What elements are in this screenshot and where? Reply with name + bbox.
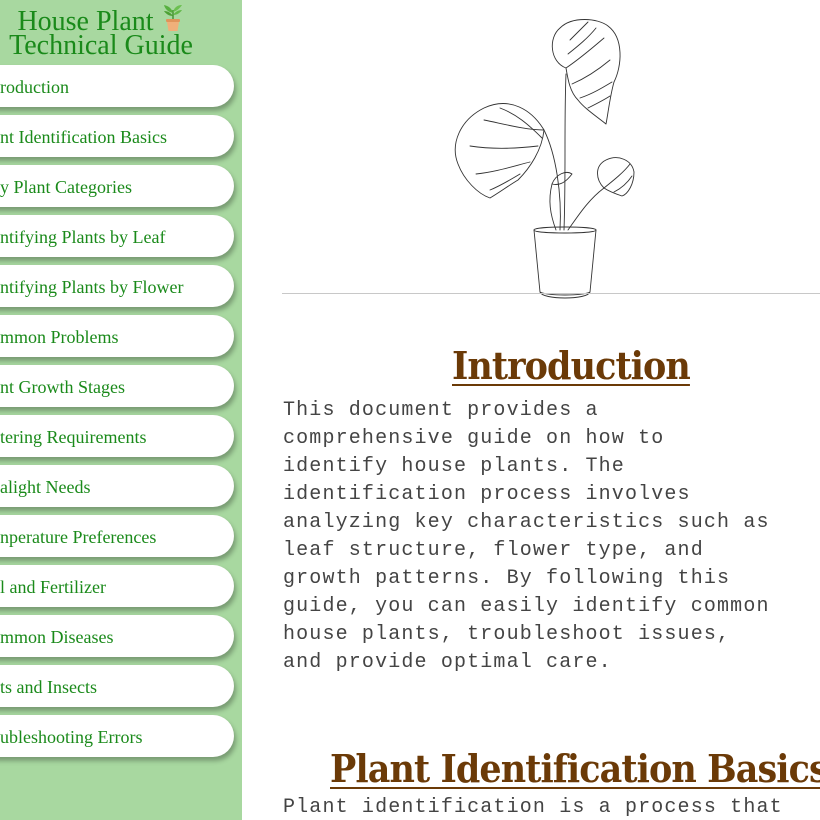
section-text-plant-identification-basics: Plant identification is a process that xyxy=(283,796,783,819)
nav-item-troubleshooting-errors[interactable]: ubleshooting Errors xyxy=(0,715,234,757)
nav-item-label: nt Growth Stages xyxy=(0,377,125,397)
nav-item-label: roduction xyxy=(0,77,69,97)
monstera-plant-icon xyxy=(454,19,635,299)
nav-item-introduction[interactable]: roduction xyxy=(0,65,234,107)
nav-item-key-plant-categories[interactable]: y Plant Categories xyxy=(0,165,234,207)
section-heading-introduction: Introduction xyxy=(452,343,691,389)
nav-item-temperature-preferences[interactable]: nperature Preferences xyxy=(0,515,234,557)
nav-item-label: l and Fertilizer xyxy=(0,577,106,597)
nav-item-label: alight Needs xyxy=(0,477,91,497)
main-content: Introduction This document provides a co… xyxy=(242,0,820,820)
nav-item-identifying-by-flower[interactable]: ntifying Plants by Flower xyxy=(0,265,234,307)
nav-item-label: mmon Diseases xyxy=(0,627,114,647)
nav-item-identifying-by-leaf[interactable]: ntifying Plants by Leaf xyxy=(0,215,234,257)
sidebar-title-line2: Technical Guide xyxy=(9,30,193,61)
nav-item-label: mmon Problems xyxy=(0,327,119,347)
nav-item-label: y Plant Categories xyxy=(0,177,132,197)
nav-list: roduction nt Identification Basics y Pla… xyxy=(0,65,234,765)
section-heading-plant-identification-basics: Plant Identification Basics xyxy=(330,745,820,791)
nav-item-common-problems[interactable]: mmon Problems xyxy=(0,315,234,357)
nav-item-label: ntifying Plants by Flower xyxy=(0,277,184,297)
nav-item-sunlight-needs[interactable]: alight Needs xyxy=(0,465,234,507)
nav-item-pests-and-insects[interactable]: ts and Insects xyxy=(0,665,234,707)
nav-item-label: ts and Insects xyxy=(0,677,97,697)
nav-item-label: tering Requirements xyxy=(0,427,147,447)
divider xyxy=(282,293,820,294)
nav-item-common-diseases[interactable]: mmon Diseases xyxy=(0,615,234,657)
potted-plant-icon xyxy=(163,5,182,31)
sidebar-title: House Plant Technical Guide xyxy=(0,4,216,61)
section-text-introduction: This document provides a comprehensive g… xyxy=(283,399,770,674)
nav-item-label: nt Identification Basics xyxy=(0,127,167,147)
nav-item-watering-requirements[interactable]: tering Requirements xyxy=(0,415,234,457)
sidebar: House Plant Technical Guide roduction nt… xyxy=(0,0,242,820)
nav-item-label: ubleshooting Errors xyxy=(0,727,143,747)
nav-item-soil-and-fertilizer[interactable]: l and Fertilizer xyxy=(0,565,234,607)
nav-item-plant-identification-basics[interactable]: nt Identification Basics xyxy=(0,115,234,157)
nav-item-label: ntifying Plants by Leaf xyxy=(0,227,166,247)
nav-item-label: nperature Preferences xyxy=(0,527,157,547)
nav-item-plant-growth-stages[interactable]: nt Growth Stages xyxy=(0,365,234,407)
